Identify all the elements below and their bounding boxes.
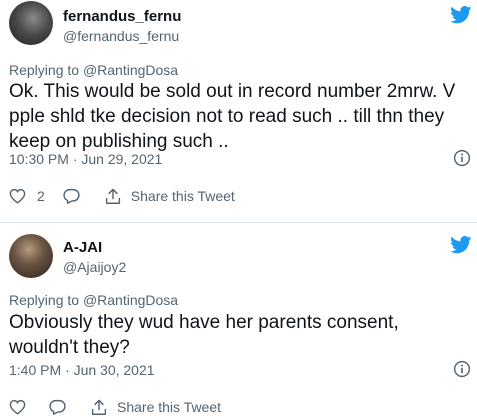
- reply-button[interactable]: [63, 188, 80, 204]
- tweet-actions: Share this Tweet: [9, 397, 221, 417]
- info-icon[interactable]: [453, 149, 471, 167]
- display-name[interactable]: A-JAI: [63, 239, 102, 256]
- replying-to-mention[interactable]: @RantingDosa: [83, 292, 178, 308]
- like-button[interactable]: 2: [9, 188, 45, 204]
- tweet-card[interactable]: fernandus_fernu @fernandus_fernu Replyin…: [0, 0, 477, 223]
- like-button[interactable]: [9, 399, 26, 415]
- share-label: Share this Tweet: [117, 399, 222, 415]
- replying-to: Replying to @RantingDosa: [9, 62, 178, 78]
- reply-icon: [63, 188, 80, 204]
- replying-to-mention[interactable]: @RantingDosa: [83, 62, 178, 78]
- replying-to-prefix: Replying to: [9, 62, 83, 78]
- like-count: 2: [37, 188, 45, 204]
- display-name[interactable]: fernandus_fernu: [63, 8, 181, 25]
- share-icon: [105, 188, 120, 204]
- tweet-text: Ok. This would be sold out in record num…: [9, 81, 456, 152]
- tweet-text: Obviously they wud have her parents cons…: [9, 312, 399, 358]
- replying-to: Replying to @RantingDosa: [9, 292, 178, 308]
- heart-icon: [9, 188, 26, 204]
- heart-icon: [9, 399, 26, 415]
- tweet-timestamp[interactable]: 1:40 PM · Jun 30, 2021: [9, 362, 155, 378]
- tweet-timestamp[interactable]: 10:30 PM · Jun 29, 2021: [9, 151, 162, 167]
- avatar[interactable]: [9, 234, 53, 278]
- share-label: Share this Tweet: [130, 188, 235, 204]
- share-icon: [91, 399, 107, 415]
- share-button[interactable]: Share this Tweet: [91, 399, 221, 416]
- twitter-bird-icon[interactable]: [450, 236, 472, 254]
- twitter-bird-icon[interactable]: [450, 6, 472, 24]
- replying-to-prefix: Replying to: [9, 292, 83, 308]
- info-icon[interactable]: [453, 360, 471, 378]
- user-handle[interactable]: @fernandus_fernu: [63, 28, 179, 44]
- tweet-card[interactable]: A-JAI @Ajaijoy2 Replying to @RantingDosa…: [0, 223, 477, 417]
- reply-icon: [49, 399, 66, 415]
- reply-button[interactable]: [49, 399, 66, 415]
- avatar[interactable]: [9, 1, 53, 45]
- tweet-actions: 2 Share this Tweet: [9, 186, 235, 206]
- share-button[interactable]: Share this Tweet: [105, 188, 235, 205]
- user-handle[interactable]: @Ajaijoy2: [63, 259, 126, 275]
